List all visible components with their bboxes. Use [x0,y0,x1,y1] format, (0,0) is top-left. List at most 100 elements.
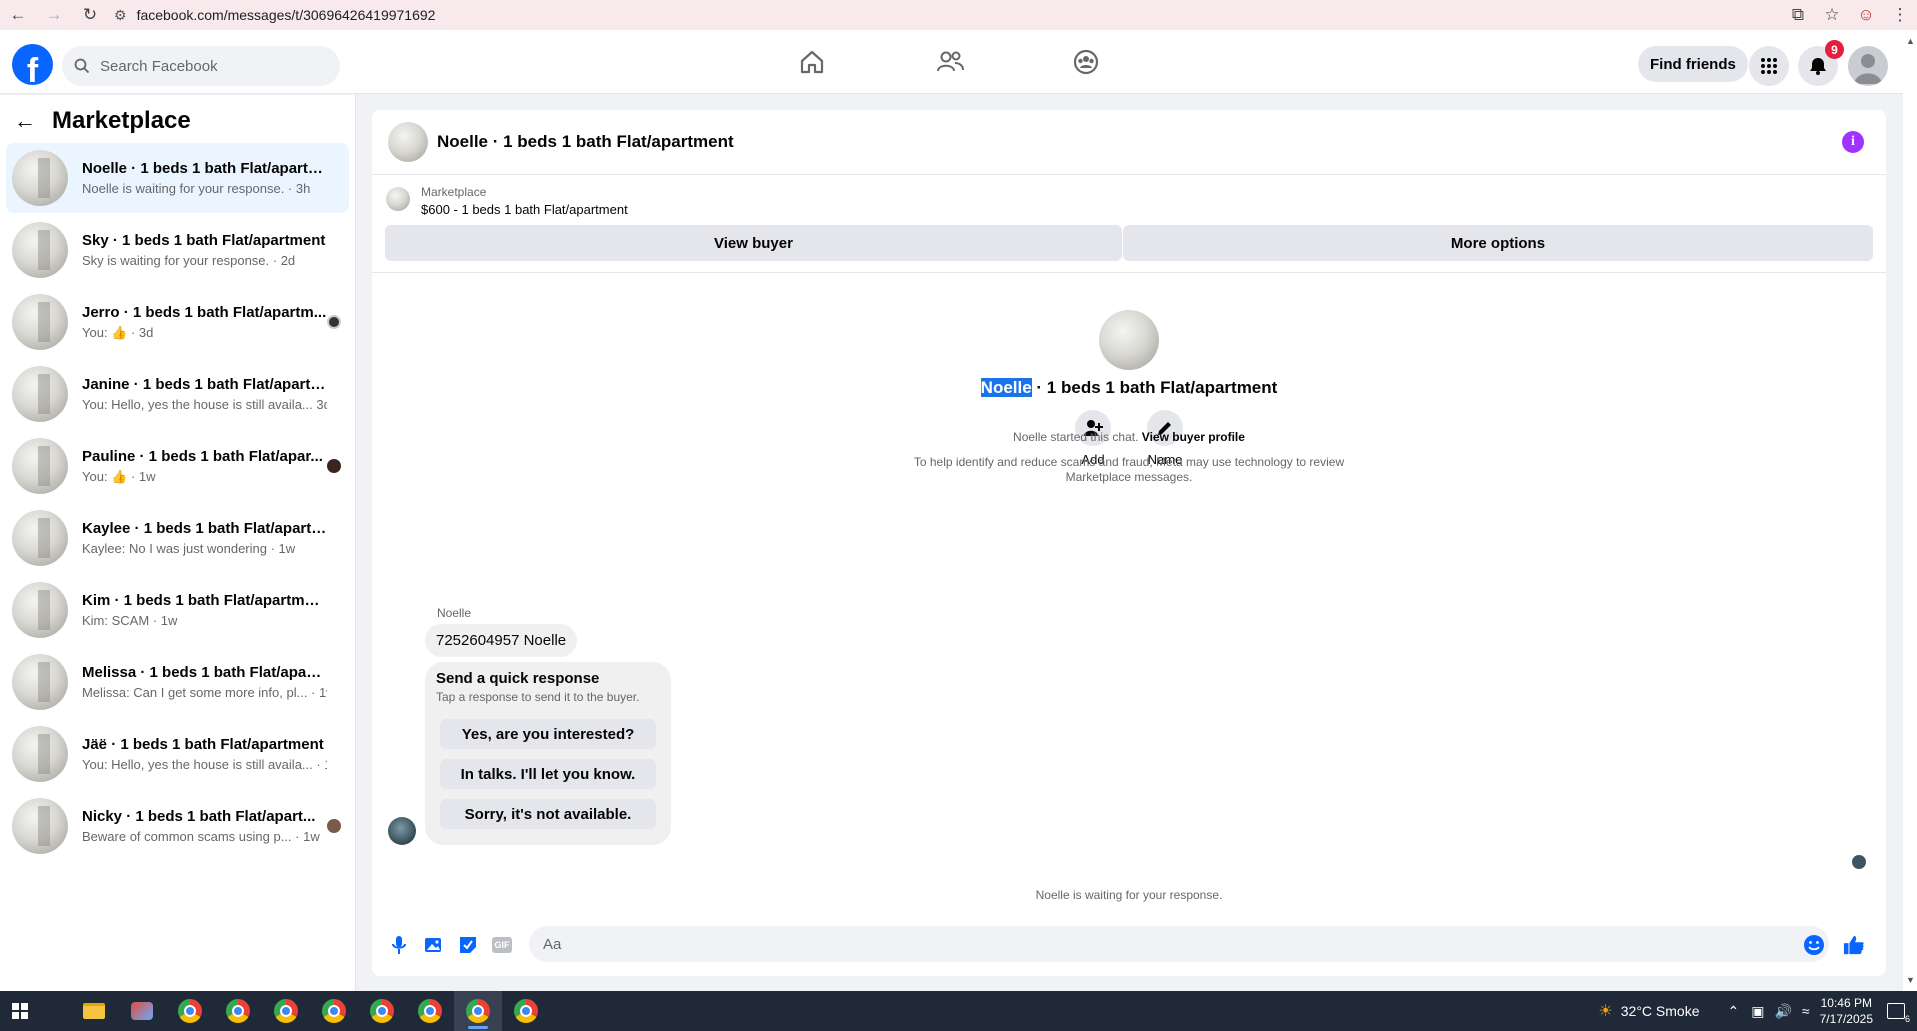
chrome-menu-icon[interactable]: ⋮ [1883,0,1917,30]
bell-icon [1810,58,1826,75]
device-icon[interactable]: ▣ [1751,1003,1764,1020]
notification-center-count: 6 [1904,1014,1910,1024]
home-icon[interactable] [794,44,830,80]
chrome-icon[interactable] [262,991,310,1031]
reload-icon[interactable]: ↻ [72,0,108,30]
forward-icon[interactable]: → [36,0,72,30]
conversation-item[interactable]: Kim · 1 beds 1 bath Flat/apartment Kim: S… [6,575,349,645]
chrome-icon[interactable] [310,991,358,1031]
conversation-name: Sky · 1 beds 1 bath Flat/apartment [82,232,326,249]
conversation-name: Nicky · 1 beds 1 bath Flat/apart... [82,808,316,825]
chrome-icon[interactable] [454,991,502,1031]
microphone-icon[interactable] [388,934,410,956]
chrome-icon[interactable] [406,991,454,1031]
waiting-notice: Noelle is waiting for your response. [1035,888,1223,902]
photo-icon[interactable] [423,934,445,956]
conversation-item[interactable]: Jerro · 1 beds 1 bath Flat/apartm... You:… [6,287,349,357]
view-buyer-profile-link[interactable]: View buyer profile [1142,430,1245,444]
conversation-item[interactable]: Sky · 1 beds 1 bath Flat/apartment Sky is… [6,215,349,285]
chat-title[interactable]: Noelle · 1 beds 1 bath Flat/apartment [437,132,734,152]
chrome-icon[interactable] [358,991,406,1031]
gif-icon[interactable]: GIF [491,934,513,956]
conversation-sidebar: ← Marketplace Noelle · 1 beds 1 bath Fla… [0,95,356,991]
conversation-name: Jäë · 1 beds 1 bath Flat/apartment [82,736,324,753]
install-app-icon[interactable]: ⧉ [1781,0,1815,30]
weather-icon[interactable]: ☀ [1598,1001,1612,1021]
chevron-up-icon[interactable]: ⌃ [1728,1003,1740,1020]
message-input[interactable] [529,926,1829,962]
site-settings-icon[interactable]: ⚙ [114,7,127,24]
conversation-item[interactable]: Melissa · 1 beds 1 bath Flat/apartm... Me… [6,647,349,717]
chrome-icon[interactable] [214,991,262,1031]
notifications-button[interactable]: 9 [1798,40,1844,86]
account-avatar[interactable] [1848,46,1888,86]
conversation-preview: Kim: SCAM · 1w [82,613,178,628]
quick-response-option[interactable]: Sorry, it's not available. [440,799,656,829]
conversation-name: Melissa · 1 beds 1 bath Flat/apartm... [82,664,327,681]
like-thumb-icon[interactable] [1843,934,1865,956]
conversation-avatar [12,654,68,710]
chat-avatar[interactable] [388,122,428,162]
chrome-icon[interactable] [502,991,550,1031]
windows-taskbar: ☀ 32°C Smoke ⌃ ▣ 🔊 ≈ 10:46 PM 7/17/2025 … [0,991,1917,1031]
quick-response-option[interactable]: Yes, are you interested? [440,719,656,749]
conversation-name: Jerro · 1 beds 1 bath Flat/apartm... [82,303,327,321]
bookmark-star-icon[interactable]: ☆ [1815,0,1849,30]
weather-text[interactable]: 32°C Smoke [1621,1003,1700,1019]
chrome-icon[interactable] [166,991,214,1031]
profile-icon[interactable]: ☺ [1849,0,1883,30]
profile-avatar[interactable] [1099,310,1159,370]
conversation-preview: You: 👍 · 3d [82,324,154,340]
conversation-item[interactable]: Jäë · 1 beds 1 bath Flat/apartment You: H… [6,719,349,789]
page-scrollbar[interactable]: ▲ ▼ [1903,30,1917,991]
emoji-icon[interactable] [1803,934,1825,956]
scroll-down-arrow-icon[interactable]: ▼ [1906,975,1915,985]
back-arrow-icon[interactable]: ← [14,108,36,134]
network-icon[interactable]: ≈ [1802,1003,1810,1019]
scroll-up-arrow-icon[interactable]: ▲ [1906,36,1915,46]
back-icon[interactable]: ← [0,0,36,30]
listing-thumbnail[interactable] [386,187,410,211]
more-options-button[interactable]: More options [1123,225,1873,261]
profile-name-highlight: Noelle [980,378,1032,397]
conversation-item[interactable]: Janine · 1 beds 1 bath Flat/apartme... Yo… [6,359,349,429]
conversation-name: Janine · 1 beds 1 bath Flat/apartme... [82,376,327,393]
groups-icon[interactable] [1068,44,1104,80]
menu-grid-icon[interactable] [1749,46,1789,86]
listing-price: $600 - 1 beds 1 bath Flat/apartment [421,202,628,217]
sidebar-title: Marketplace [52,107,191,134]
conversation-avatar [12,510,68,566]
file-explorer-icon[interactable] [70,991,118,1031]
app-icon[interactable] [118,991,166,1031]
sticker-icon[interactable] [457,934,479,956]
profile-title: Noelle · 1 beds 1 bath Flat/apartment [372,378,1886,398]
notification-badge: 9 [1825,40,1844,59]
info-icon[interactable]: i [1842,131,1864,153]
seen-avatar-icon [327,315,341,329]
find-friends-button[interactable]: Find friends [1638,46,1748,82]
clock[interactable]: 10:46 PM 7/17/2025 [1820,995,1873,1027]
conversation-avatar [12,798,68,854]
volume-icon[interactable]: 🔊 [1774,1003,1791,1020]
conversation-avatar [12,294,68,350]
started-text: Noelle started this chat. [1013,430,1142,444]
windows-start-icon[interactable] [0,991,40,1031]
conversation-avatar [12,150,68,206]
conversation-item[interactable]: Nicky · 1 beds 1 bath Flat/apart... Bewar… [6,791,349,861]
conversation-preview: You: Hello, yes the house is still avail… [82,397,327,412]
conversation-item[interactable]: Noelle · 1 beds 1 bath Flat/apartm... Noe… [6,143,349,213]
conversation-name: Kim · 1 beds 1 bath Flat/apartment [82,592,327,609]
read-receipt-avatar [1852,855,1866,869]
conversation-item[interactable]: Kaylee · 1 beds 1 bath Flat/apartm... Kay… [6,503,349,573]
browser-toolbar: ← → ↻ ⚙ facebook.com/messages/t/30696426… [0,0,1917,30]
view-buyer-button[interactable]: View buyer [385,225,1122,261]
quick-response-option[interactable]: In talks. I'll let you know. [440,759,656,789]
conversation-preview: You: Hello, yes the house is still avail… [82,757,327,772]
conversation-item[interactable]: Pauline · 1 beds 1 bath Flat/apar... You:… [6,431,349,501]
scam-notice-line1: To help identify and reduce scams and fr… [913,455,1345,469]
friends-icon[interactable] [932,44,968,80]
address-bar[interactable]: ⚙ facebook.com/messages/t/30696426419971… [114,7,435,24]
notification-center-icon[interactable]: 6 [1887,1003,1910,1024]
conversation-preview: Sky is waiting for your response. · 2d [82,253,296,268]
message-bubble[interactable]: 7252604957 Noelle [425,624,578,657]
